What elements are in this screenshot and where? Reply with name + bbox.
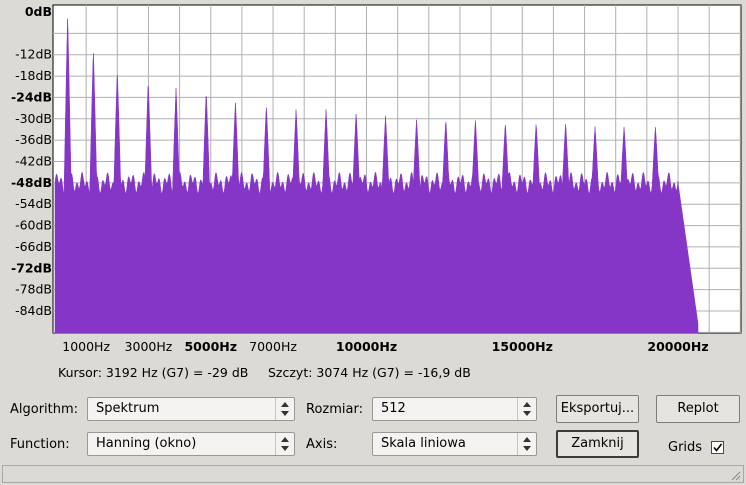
y-tick-label: -60dB [15, 218, 52, 233]
y-tick-label: -24dB [11, 89, 52, 104]
check-icon [713, 443, 723, 452]
y-tick-label: -18dB [15, 68, 52, 83]
y-tick-label: -54dB [15, 196, 52, 211]
grids-checkbox[interactable] [711, 441, 724, 454]
y-tick-label: -78dB [15, 282, 52, 297]
spin-arrows-icon [517, 433, 536, 455]
resize-grip-icon[interactable] [729, 469, 741, 481]
spectrum-chart[interactable]: 0dB -12dB -18dB -24dB -30dB -36dB -42dB -48dB -5… [0, 0, 746, 360]
y-tick-label: -36dB [15, 132, 52, 147]
y-tick-label: -66dB [15, 239, 52, 254]
function-label: Function: [10, 437, 70, 452]
x-tick-label: 5000Hz [184, 339, 237, 354]
spin-arrows-icon [275, 398, 294, 420]
algorithm-select[interactable]: Spektrum [87, 397, 295, 421]
function-value: Hanning (okno) [96, 436, 197, 451]
spin-arrows-icon [275, 433, 294, 455]
axis-select[interactable]: Skala liniowa [372, 432, 537, 456]
y-tick-label: -12dB [15, 47, 52, 62]
x-tick-label: 15000Hz [492, 339, 553, 354]
size-value: 512 [381, 401, 406, 416]
status-bar [2, 465, 744, 483]
close-button[interactable]: Zamknij [556, 430, 639, 458]
peak-readout: Szczyt: 3074 Hz (G7) = -16,9 dB [268, 365, 471, 380]
cursor-readout: Kursor: 3192 Hz (G7) = -29 dB [58, 365, 249, 380]
axis-label: Axis: [306, 437, 338, 452]
x-tick-label: 3000Hz [125, 339, 173, 354]
y-tick-label: -84dB [15, 303, 52, 318]
size-select[interactable]: 512 [372, 397, 537, 421]
algorithm-value: Spektrum [96, 401, 160, 416]
x-tick-label: 7000Hz [249, 339, 297, 354]
y-tick-label: 0dB [25, 4, 52, 19]
y-tick-label: -72dB [11, 260, 52, 275]
grids-label: Grids [668, 440, 703, 455]
x-tick-label: 10000Hz [336, 339, 397, 354]
replot-button[interactable]: Replot [656, 395, 740, 423]
y-tick-label: -48dB [11, 175, 52, 190]
algorithm-label: Algorithm: [10, 402, 79, 417]
y-tick-label: -30dB [15, 111, 52, 126]
function-select[interactable]: Hanning (okno) [87, 432, 295, 456]
spin-arrows-icon [517, 398, 536, 420]
y-tick-label: -42dB [15, 154, 52, 169]
size-label: Rozmiar: [306, 402, 363, 417]
x-tick-label: 20000Hz [647, 339, 708, 354]
export-button[interactable]: Eksportuj... [556, 395, 639, 423]
x-tick-label: 1000Hz [62, 339, 110, 354]
axis-value: Skala liniowa [381, 436, 466, 451]
spectrum-plot-area: 0dB -12dB -18dB -24dB -30dB -36dB -42dB -48dB -5… [0, 0, 746, 395]
